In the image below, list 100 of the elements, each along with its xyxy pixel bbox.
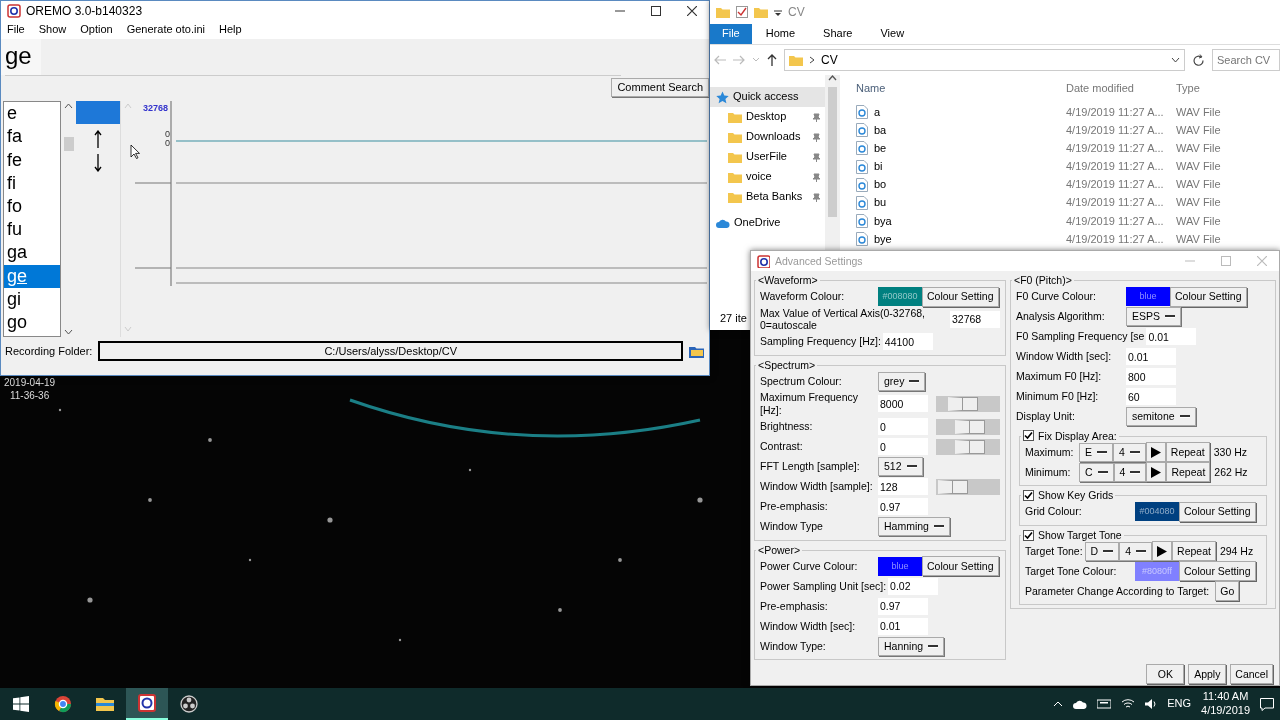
up-arrow-icon[interactable] <box>94 130 102 149</box>
input-field[interactable]: 800 <box>1126 368 1176 386</box>
ok-button[interactable]: OK <box>1146 664 1185 685</box>
caret-icon[interactable] <box>1171 57 1180 63</box>
properties-icon[interactable] <box>736 6 748 18</box>
repeat-button[interactable]: Repeat <box>1165 442 1210 463</box>
input-field[interactable]: 128 <box>878 478 928 496</box>
cloud-icon[interactable] <box>1073 699 1088 709</box>
file-row[interactable]: bu 4/19/2019 11:27 A... WAV File <box>856 193 1280 213</box>
slider-thumb[interactable] <box>937 479 968 494</box>
file-row[interactable]: a 4/19/2019 11:27 A... WAV File <box>856 103 1280 122</box>
menu-item[interactable]: Option <box>80 23 113 37</box>
input-field[interactable]: 60 <box>1126 388 1176 406</box>
scrollbar-thumb[interactable] <box>63 137 74 152</box>
search-field[interactable]: Search CV <box>1212 49 1280 71</box>
wifi-icon[interactable] <box>1121 699 1136 709</box>
nav-item[interactable]: Quick access <box>710 87 825 107</box>
clock[interactable]: 11:40 AM 4/19/2019 <box>1201 690 1250 718</box>
dropdown-button[interactable]: 512 <box>878 457 923 477</box>
dropdown-button[interactable]: C <box>1079 462 1114 482</box>
play-button[interactable] <box>1146 462 1167 483</box>
file-row[interactable]: bo 4/19/2019 11:27 A... WAV File <box>856 175 1280 194</box>
ribbon-tab[interactable]: Home <box>751 24 810 44</box>
input-field[interactable]: 0.02 <box>888 577 939 595</box>
dropdown-button[interactable]: grey <box>878 371 926 391</box>
slider-track[interactable] <box>936 478 1000 495</box>
folder-path-field[interactable]: C:/Users/alyss/Desktop/CV <box>98 341 683 362</box>
colour-setting-button[interactable]: Colour Setting <box>922 286 999 307</box>
alias-item[interactable]: fu <box>4 218 60 242</box>
dropdown-icon[interactable] <box>774 8 782 16</box>
slider-track[interactable] <box>936 395 1000 412</box>
file-row[interactable]: ba 4/19/2019 11:27 A... WAV File <box>856 121 1280 140</box>
alias-item[interactable]: ga <box>4 241 60 265</box>
cancel-button[interactable]: Cancel <box>1230 664 1273 685</box>
dropdown-button[interactable]: E <box>1079 442 1113 462</box>
ribbon-tab[interactable]: View <box>866 24 919 44</box>
colour-setting-button[interactable]: Colour Setting <box>922 556 999 577</box>
play-button[interactable] <box>1145 442 1166 463</box>
battery-icon[interactable] <box>1097 699 1112 709</box>
input-field[interactable]: 0.01 <box>1146 328 1197 346</box>
menu-item[interactable]: Generate oto.ini <box>126 23 205 37</box>
menu-item[interactable]: Show <box>38 23 67 37</box>
alias-item[interactable]: fe <box>4 148 60 172</box>
dropdown-button[interactable]: Hanning <box>878 636 945 656</box>
menu-item[interactable]: Help <box>218 23 242 37</box>
repeat-button[interactable]: Repeat <box>1166 462 1211 483</box>
dropdown-button[interactable]: 4 <box>1119 541 1153 561</box>
input-field[interactable]: 32768 <box>950 310 1000 328</box>
notification-icon[interactable] <box>1260 697 1274 711</box>
close-icon[interactable] <box>687 6 697 16</box>
dropdown-button[interactable]: semitone <box>1126 407 1196 427</box>
apply-button[interactable]: Apply <box>1188 664 1227 685</box>
column-header[interactable]: Type <box>1176 82 1266 96</box>
nav-item[interactable]: UserFile <box>710 147 825 167</box>
scroll-up-icon[interactable] <box>828 75 837 81</box>
file-row[interactable]: bya 4/19/2019 11:27 A... WAV File <box>856 212 1280 231</box>
input-field[interactable]: 0.97 <box>878 498 928 516</box>
slider-thumb[interactable] <box>947 396 978 411</box>
dropdown-button[interactable]: 4 <box>1113 442 1146 462</box>
slider-thumb[interactable] <box>954 439 985 454</box>
nav-item[interactable]: Beta Banks <box>710 187 825 207</box>
start-icon[interactable] <box>13 696 29 712</box>
comment-search-button[interactable]: Comment Search <box>611 78 709 98</box>
play-button[interactable] <box>1152 541 1173 562</box>
scroll-down-icon[interactable] <box>64 329 73 336</box>
repeat-button[interactable]: Repeat <box>1172 541 1216 562</box>
slider-track[interactable] <box>936 438 1000 455</box>
alias-item[interactable]: gi <box>4 287 60 311</box>
address-bar[interactable]: CV <box>784 49 1185 71</box>
dropdown-button[interactable]: ESPS <box>1126 307 1181 327</box>
input-field[interactable]: 0.01 <box>1126 348 1176 366</box>
nav-item[interactable]: Downloads <box>710 127 825 147</box>
ribbon-tab[interactable]: Share <box>809 24 867 44</box>
nav-item[interactable]: voice <box>710 167 825 187</box>
up-icon[interactable] <box>767 54 777 66</box>
ribbon-tab[interactable]: File <box>710 24 752 44</box>
alias-item[interactable]: e <box>4 102 60 126</box>
go-button[interactable]: Go <box>1215 581 1240 602</box>
input-field[interactable]: 8000 <box>878 395 928 413</box>
alias-item[interactable]: fi <box>4 171 60 195</box>
volume-icon[interactable] <box>1145 699 1158 709</box>
slider-thumb[interactable] <box>954 419 985 434</box>
file-row[interactable]: be 4/19/2019 11:27 A... WAV File <box>856 139 1280 158</box>
column-header[interactable]: Date modified <box>1066 82 1176 96</box>
language-indicator[interactable]: ENG <box>1167 697 1192 711</box>
input-field[interactable]: 44100 <box>882 333 933 351</box>
scroll-up-icon[interactable] <box>64 103 73 110</box>
down-arrow-icon[interactable] <box>94 154 102 173</box>
maximize-icon[interactable] <box>651 6 661 16</box>
input-field[interactable]: 0.97 <box>878 597 928 615</box>
taskbar-button[interactable] <box>126 688 168 720</box>
alias-item[interactable]: go <box>4 310 60 335</box>
checkbox[interactable] <box>1023 529 1034 541</box>
alias-item[interactable]: fo <box>4 194 60 219</box>
input-field[interactable]: 0 <box>878 418 928 436</box>
column-header[interactable]: Name <box>856 82 1066 96</box>
nav-item[interactable]: OneDrive <box>710 213 825 233</box>
menu-item[interactable]: File <box>7 23 25 37</box>
file-row[interactable]: bye 4/19/2019 11:27 A... WAV File <box>856 230 1280 249</box>
alias-item[interactable]: ge <box>4 264 60 288</box>
